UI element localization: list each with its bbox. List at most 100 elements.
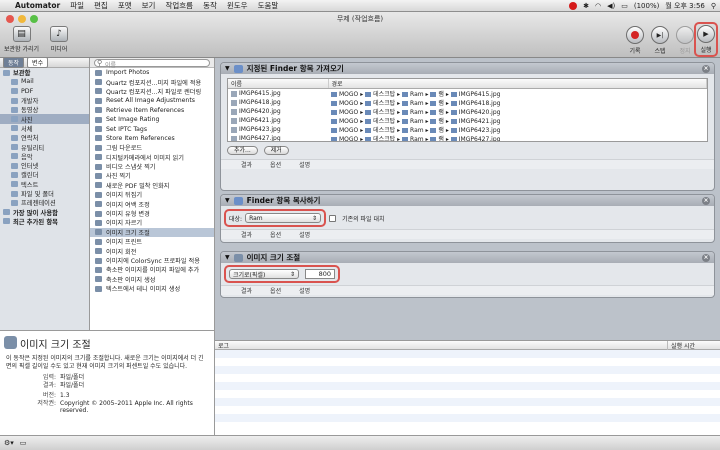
action-list-item[interactable]: 이미지 자르기 [90, 218, 214, 227]
action-list-item[interactable]: Retrieve Item References [90, 106, 214, 115]
menu-format[interactable]: 포맷 [118, 0, 132, 11]
disclosure-triangle-icon[interactable]: ▼ [225, 197, 230, 204]
step-button[interactable]: ▶| 스텝 [651, 26, 669, 55]
media-button[interactable]: ♪ 미디어 [50, 26, 68, 53]
table-row[interactable]: IMGP6421.jpg MOGO ▸ 데스크탑 ▸ Ram ▸ 램 ▸ IMGP… [228, 116, 707, 125]
library-item[interactable]: 보관함 [0, 68, 89, 77]
footer-description[interactable]: 설명 [299, 286, 310, 295]
menu-view[interactable]: 보기 [142, 0, 156, 11]
column-header-name[interactable]: 이름 [228, 79, 329, 89]
library-item[interactable]: 음악 [0, 152, 89, 161]
remove-action-icon[interactable]: × [702, 196, 710, 205]
menu-window[interactable]: 윈도우 [227, 0, 248, 11]
footer-options[interactable]: 옵션 [270, 230, 281, 239]
action-list-item[interactable]: 이미지 회전 [90, 246, 214, 256]
action-list-item[interactable]: 이미지 프린트 [90, 237, 214, 246]
library-item[interactable]: 연락처 [0, 133, 89, 142]
clock[interactable]: 월 오후 3:56 [665, 1, 705, 11]
library-item[interactable]: Mail [0, 77, 89, 86]
library-item[interactable]: 최근 추가된 항목 [0, 217, 89, 226]
action-list-item[interactable]: 그림 다운로드 [90, 143, 214, 152]
action-list-item[interactable]: 텍스트에서 테니 이미지 생성 [90, 284, 214, 293]
search-input[interactable]: 이름 [94, 58, 210, 69]
action-list-item[interactable]: Store Item References [90, 134, 214, 143]
action-list-item[interactable]: Quartz 컴포지션...미지 파일에 적용 [90, 77, 214, 87]
spotlight-icon[interactable]: ⚲ [711, 2, 716, 10]
table-row[interactable]: IMGP6415.jpg MOGO ▸ 데스크탑 ▸ Ram ▸ 램 ▸ IMGP… [228, 89, 707, 98]
footer-options[interactable]: 옵션 [270, 160, 281, 169]
action-list-item[interactable]: Set IPTC Tags [90, 124, 214, 133]
scale-mode-popup[interactable]: 크기로(픽셀) ⇕ [229, 269, 299, 279]
action-list-item[interactable]: 새로운 PDF 밀착 인화지 [90, 181, 214, 190]
action-list-item[interactable]: 사진 찍기 [90, 171, 214, 180]
menu-help[interactable]: 도움말 [258, 0, 279, 11]
footer-options[interactable]: 옵션 [270, 286, 281, 295]
action-list-item[interactable]: 이미지 뒤집기 [90, 190, 214, 199]
library-item[interactable]: 사진 [0, 114, 89, 124]
show-description-icon[interactable]: ▭ [20, 439, 27, 447]
menu-action[interactable]: 동작 [203, 0, 217, 11]
remove-action-icon[interactable]: × [702, 64, 710, 73]
replace-checkbox[interactable] [329, 214, 337, 222]
stop-button[interactable]: 정지 [676, 26, 694, 55]
action-list-item[interactable]: Reset All Image Adjustments [90, 96, 214, 105]
action-list-item[interactable]: 이미지 여백 조정 [90, 199, 214, 209]
action-list-item[interactable]: 디지털카메라에서 이미지 읽기 [90, 153, 214, 162]
column-header-path[interactable]: 경로 [328, 79, 707, 89]
table-row[interactable]: IMGP6418.jpg MOGO ▸ 데스크탑 ▸ Ram ▸ 램 ▸ IMGP… [228, 98, 707, 107]
library-item[interactable]: 서체 [0, 124, 89, 133]
library-item[interactable]: 프레젠테이션 [0, 198, 89, 207]
action-list-item[interactable]: 비디오 스냅샷 찍기 [90, 162, 214, 171]
footer-results[interactable]: 결과 [241, 286, 252, 295]
library-item[interactable]: 파일 및 폴더 [0, 189, 89, 198]
wifi-icon[interactable]: ◠ [595, 2, 601, 10]
action-list-item[interactable]: Import Photos [90, 68, 214, 77]
remove-button[interactable]: 제거 [263, 146, 289, 155]
record-button[interactable]: 기록 [626, 26, 644, 55]
action-list-item[interactable]: 축소판 이미지를 이미지 파일에 추가 [90, 265, 214, 274]
library-item[interactable]: 개발자 [0, 96, 89, 105]
footer-description[interactable]: 설명 [299, 230, 310, 239]
library-item[interactable]: 캘린더 [0, 170, 89, 179]
hide-library-button[interactable]: ▤ 보관함 가리기 [4, 26, 39, 53]
run-button[interactable]: ▶ 실행 [694, 22, 718, 57]
disclosure-triangle-icon[interactable]: ▼ [225, 254, 230, 261]
action-list-item[interactable]: 이미지 유형 변경 [90, 209, 214, 218]
target-popup[interactable]: Ram ⇕ [245, 213, 322, 223]
footer-results[interactable]: 결과 [241, 230, 252, 239]
library-item[interactable]: 텍스트 [0, 180, 89, 189]
library-item[interactable]: PDF [0, 87, 89, 96]
menu-file[interactable]: 파일 [70, 0, 84, 11]
library-item[interactable]: 동영상 [0, 105, 89, 114]
log-column-header[interactable]: 로그 [215, 340, 668, 350]
menu-workflow[interactable]: 작업흐름 [165, 0, 193, 11]
add-button[interactable]: 추가... [227, 146, 258, 155]
library-item[interactable]: 인터넷 [0, 161, 89, 170]
footer-description[interactable]: 설명 [299, 160, 310, 169]
menu-edit[interactable]: 편집 [94, 0, 108, 11]
library-item[interactable]: 유틸리티 [0, 142, 89, 152]
pixel-size-field[interactable]: 800 [305, 269, 335, 279]
disclosure-triangle-icon[interactable]: ▼ [225, 65, 230, 72]
table-row[interactable]: IMGP6423.jpg MOGO ▸ 데스크탑 ▸ Ram ▸ 램 ▸ IMGP… [228, 125, 707, 134]
bluetooth-icon[interactable]: ✱ [583, 2, 589, 10]
action-list-item[interactable]: 이미지 크기 조절 [90, 227, 214, 238]
menu-app-name[interactable]: Automator [15, 1, 60, 10]
action-list-item[interactable]: 이미지에 ColorSync 프로파일 적용 [90, 256, 214, 265]
footer-results[interactable]: 결과 [241, 160, 252, 169]
gear-icon[interactable]: ⚙▾ [4, 439, 14, 447]
action-item-label: Quartz 컴포지션...미지 파일에 적용 [106, 79, 202, 87]
tab-variables[interactable]: 변수 [27, 57, 49, 68]
action-list-item[interactable]: Quartz 컴포지션...지 파일로 렌더링 [90, 87, 214, 96]
run-time-column-header[interactable]: 실행 시간 [668, 341, 720, 350]
remove-action-icon[interactable]: × [702, 253, 710, 262]
record-status-icon[interactable] [569, 2, 578, 10]
tab-actions[interactable]: 동작 [3, 57, 25, 68]
table-row[interactable]: IMGP6420.jpg MOGO ▸ 데스크탑 ▸ Ram ▸ 램 ▸ IMGP… [228, 107, 707, 116]
action-list-item[interactable]: 축소판 이미지 생성 [90, 275, 214, 284]
volume-icon[interactable]: ◀) [607, 2, 615, 10]
action-list-item[interactable]: Set Image Rating [90, 115, 214, 124]
battery-icon[interactable]: ▭ [621, 2, 628, 10]
table-row[interactable]: IMGP6427.jpg MOGO ▸ 데스크탑 ▸ Ram ▸ 램 ▸ IMGP… [228, 134, 707, 141]
library-item[interactable]: 가장 많이 사용함 [0, 207, 89, 217]
